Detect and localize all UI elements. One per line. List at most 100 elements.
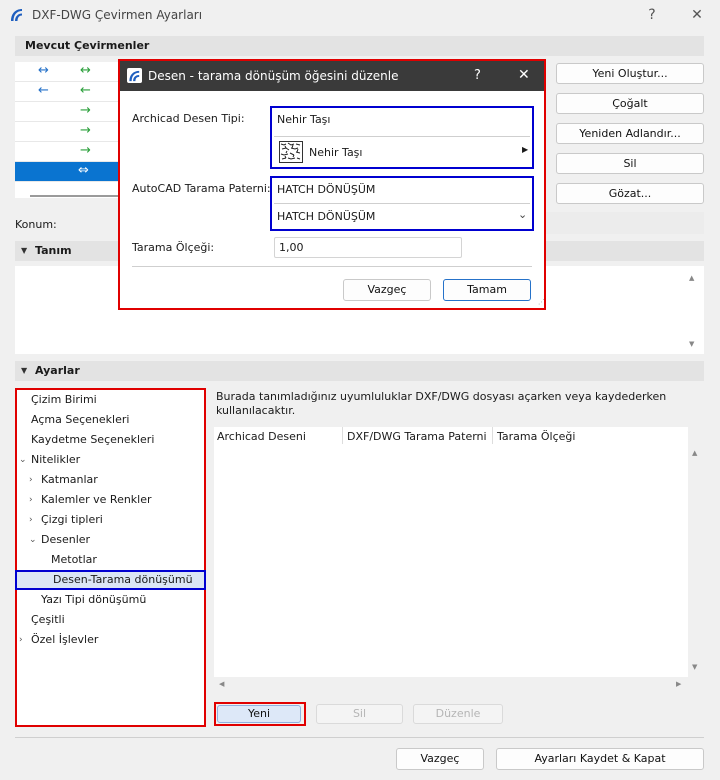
settings-nav-item[interactable]: Metotlar <box>17 550 204 570</box>
dialog-close-icon[interactable]: ✕ <box>518 67 530 83</box>
scroll-down-icon[interactable]: ▼ <box>692 663 697 671</box>
settings-nav-item[interactable]: › Özel İşlevler <box>17 630 204 650</box>
dialog-divider <box>132 266 532 267</box>
hatch-mapping-table[interactable]: Archicad Deseni DXF/DWG Tarama Paterni T… <box>214 427 688 677</box>
settings-nav-item[interactable]: Kaydetme Seçenekleri <box>17 430 204 450</box>
column-header-dxf[interactable]: DXF/DWG Tarama Paterni <box>347 430 487 443</box>
rename-button[interactable]: Yeniden Adlandır... <box>556 123 704 144</box>
dialog-cancel-button[interactable]: Vazgeç <box>343 279 431 301</box>
settings-nav-item[interactable]: Yazı Tipi dönüşümü <box>17 590 204 610</box>
settings-nav-item[interactable]: Çeşitli <box>17 610 204 630</box>
column-divider <box>492 427 493 444</box>
settings-nav-item[interactable]: Çizim Birimi <box>17 390 204 410</box>
archicad-pattern-label: Archicad Desen Tipi: <box>132 112 245 125</box>
hatch-scale-label: Tarama Ölçeği: <box>132 241 215 254</box>
archicad-pattern-picker[interactable]: Nehir Taşı ▶ <box>274 138 530 165</box>
settings-nav-label: Kalemler ve Renkler <box>41 493 152 506</box>
autocad-pattern-select[interactable]: HATCH DÖNÜŞÜM ⌄ <box>274 205 530 229</box>
settings-nav-label: Nitelikler <box>31 453 81 466</box>
collapse-triangle-icon: ▼ <box>21 366 28 375</box>
scroll-right-icon[interactable]: ▶ <box>676 680 681 688</box>
translator-row[interactable]: ← ← <box>15 82 122 102</box>
archicad-app-icon <box>127 68 142 83</box>
settings-nav-item[interactable]: › Çizgi tipleri <box>17 510 204 530</box>
translator-row[interactable]: → <box>15 142 122 162</box>
settings-nav-tree[interactable]: Çizim Birimi Açma Seçenekleri Kaydetme Seç… <box>15 388 206 727</box>
dialog-titlebar: Desen - tarama dönüşüm öğesini düzenle ?… <box>120 61 544 91</box>
left-arrow-icon: ← <box>38 83 49 98</box>
delete-translator-button[interactable]: Sil <box>556 153 704 174</box>
settings-nav-item[interactable]: Açma Seçenekleri <box>17 410 204 430</box>
column-header-archicad[interactable]: Archicad Deseni <box>217 430 306 443</box>
hatch-scale-input[interactable]: 1,00 <box>274 237 462 258</box>
settings-nav-label: Kaydetme Seçenekleri <box>31 433 155 446</box>
new-mapping-highlight: Yeni <box>214 702 306 726</box>
chevron-down-icon[interactable]: ⌄ <box>29 530 37 550</box>
scroll-up-icon[interactable]: ▲ <box>689 274 694 282</box>
settings-header-label: Ayarlar <box>35 364 80 377</box>
chevron-right-icon[interactable]: › <box>29 470 33 490</box>
collapse-triangle-icon: ▼ <box>21 246 28 255</box>
browse-button[interactable]: Gözat... <box>556 183 704 204</box>
settings-nav-item-selected[interactable]: Desen-Tarama dönüşümü <box>15 570 206 590</box>
chevron-right-icon[interactable]: › <box>29 510 33 530</box>
settings-header[interactable]: ▼ Ayarlar <box>15 361 704 381</box>
delete-mapping-button[interactable]: Sil <box>316 704 403 724</box>
translator-row[interactable]: → <box>15 122 122 142</box>
right-arrow-icon: → <box>80 123 91 138</box>
help-button[interactable]: ? <box>641 4 663 26</box>
settings-nav-item[interactable]: ⌄ Desenler <box>17 530 204 550</box>
location-field <box>540 212 704 234</box>
resize-grip-icon[interactable]: ⋰ <box>538 298 545 306</box>
autocad-pattern-group: HATCH DÖNÜŞÜM HATCH DÖNÜŞÜM ⌄ <box>270 176 534 231</box>
stone-pattern-swatch-icon <box>279 141 303 163</box>
settings-description: Burada tanımladığınız uyumluluklar DXF/D… <box>216 390 667 417</box>
field-divider <box>274 136 530 137</box>
dialog-ok-button[interactable]: Tamam <box>443 279 531 301</box>
field-divider <box>274 203 530 204</box>
scroll-down-icon[interactable]: ▼ <box>689 340 694 348</box>
settings-nav-label: Çeşitli <box>31 613 65 626</box>
save-close-button[interactable]: Ayarları Kaydet & Kapat <box>496 748 704 770</box>
column-header-scale[interactable]: Tarama Ölçeği <box>497 430 575 443</box>
settings-nav-label: Yazı Tipi dönüşümü <box>41 593 147 606</box>
window-title: DXF-DWG Çevirmen Ayarları <box>32 8 203 22</box>
right-arrow-icon: → <box>80 143 91 158</box>
duplicate-button[interactable]: Çoğalt <box>556 93 704 114</box>
autocad-pattern-label: AutoCAD Tarama Paterni: <box>132 182 271 195</box>
bidirectional-arrow-icon: ⇔ <box>78 163 89 178</box>
autocad-select-value: HATCH DÖNÜŞÜM <box>277 210 376 223</box>
bidirectional-arrow-icon: ↔ <box>38 63 49 78</box>
dialog-title: Desen - tarama dönüşüm öğesini düzenle <box>148 69 399 83</box>
new-translator-button[interactable]: Yeni Oluştur... <box>556 63 704 84</box>
settings-nav-item[interactable]: › Kalemler ve Renkler <box>17 490 204 510</box>
definition-header-label: Tanım <box>35 244 72 257</box>
settings-nav-label: Metotlar <box>51 553 97 566</box>
submenu-arrow-icon: ▶ <box>522 145 529 154</box>
autocad-pattern-value: HATCH DÖNÜŞÜM <box>277 183 376 196</box>
settings-nav-item[interactable]: ⌄ Nitelikler <box>17 450 204 470</box>
translator-row[interactable]: → <box>15 102 122 122</box>
settings-nav-item[interactable]: › Katmanlar <box>17 470 204 490</box>
translator-row[interactable]: ↔ ↔ <box>15 62 122 82</box>
close-icon[interactable]: ✕ <box>686 4 708 26</box>
chevron-down-icon[interactable]: ⌄ <box>19 450 27 470</box>
list-scrollbar[interactable] <box>30 195 120 197</box>
translator-row-selected[interactable]: ⇔ <box>15 162 122 182</box>
settings-nav-label: Katmanlar <box>41 473 98 486</box>
scroll-left-icon[interactable]: ◀ <box>219 680 224 688</box>
archicad-app-icon <box>11 9 22 21</box>
scroll-up-icon[interactable]: ▲ <box>692 449 697 457</box>
edit-hatch-mapping-dialog[interactable]: Desen - tarama dönüşüm öğesini düzenle ?… <box>118 59 546 310</box>
chevron-right-icon[interactable]: › <box>19 630 23 650</box>
window-titlebar: DXF-DWG Çevirmen Ayarları ? ✕ <box>0 0 720 30</box>
column-divider <box>342 427 343 444</box>
footer-divider <box>15 737 704 738</box>
chevron-right-icon[interactable]: › <box>29 490 33 510</box>
left-arrow-icon: ← <box>80 83 91 98</box>
translator-list[interactable]: ↔ ↔ ← ← → → → ⇔ <box>15 62 122 198</box>
cancel-button[interactable]: Vazgeç <box>396 748 484 770</box>
edit-mapping-button[interactable]: Düzenle <box>413 704 503 724</box>
new-mapping-button[interactable]: Yeni <box>217 705 301 723</box>
dialog-help-button[interactable]: ? <box>474 68 481 83</box>
